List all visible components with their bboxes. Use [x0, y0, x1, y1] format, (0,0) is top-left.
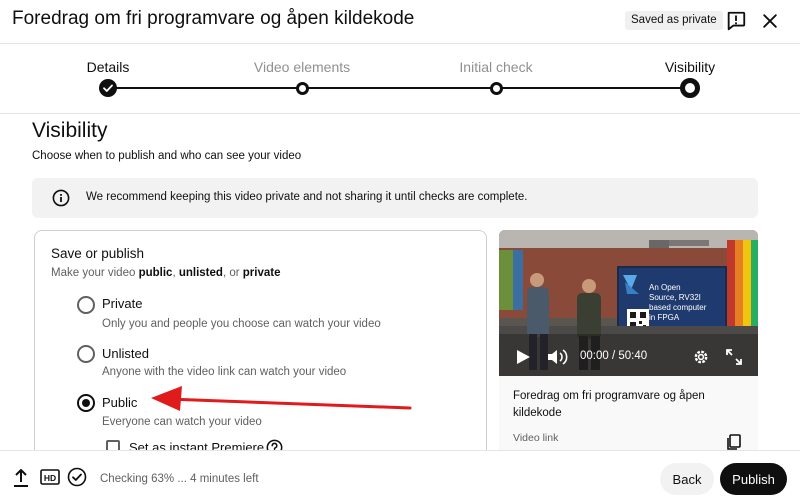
- video-time: 00:00 / 50:40: [580, 350, 648, 362]
- close-icon[interactable]: [757, 8, 783, 34]
- back-button[interactable]: Back: [660, 463, 714, 495]
- info-text: We recommend keeping this video private …: [86, 191, 528, 203]
- private-radio[interactable]: [77, 296, 95, 314]
- svg-text:HD: HD: [44, 473, 56, 483]
- publish-button[interactable]: Publish: [720, 463, 787, 495]
- public-option-description: Everyone can watch your video: [102, 416, 262, 428]
- step-details[interactable]: Details: [87, 59, 130, 75]
- visibility-section: Visibility Choose when to publish and wh…: [0, 115, 800, 450]
- play-icon[interactable]: [515, 349, 531, 370]
- save-or-publish-card: Save or publish Make your video public, …: [34, 230, 487, 450]
- upload-stepper: [0, 44, 800, 114]
- unlisted-radio[interactable]: [77, 345, 95, 363]
- public-option-label[interactable]: Public: [102, 395, 137, 410]
- private-option-description: Only you and people you choose can watch…: [102, 318, 381, 330]
- section-subtitle: Choose when to publish and who can see y…: [32, 150, 302, 162]
- card-subtitle: Make your video public, unlisted, or pri…: [51, 267, 281, 279]
- info-banner: We recommend keeping this video private …: [32, 178, 758, 218]
- dialog-header: Foredrag om fri programvare og åpen kild…: [0, 0, 800, 44]
- video-player[interactable]: An Open Source, RV32I based computer in FPG…: [499, 230, 758, 376]
- checking-status: Checking 63% ... 4 minutes left: [100, 473, 259, 485]
- step-completed-check-icon: [99, 79, 117, 97]
- public-radio[interactable]: [77, 394, 95, 412]
- help-icon[interactable]: [266, 439, 283, 450]
- dialog-title: Foredrag om fri programvare og åpen kild…: [12, 8, 415, 29]
- volume-icon[interactable]: [547, 348, 569, 371]
- instant-premiere-label[interactable]: Set as instant Premiere: [129, 440, 264, 450]
- settings-gear-icon[interactable]: [692, 348, 710, 371]
- video-link-label: Video link: [513, 432, 559, 444]
- step-pending-dot: [296, 82, 309, 95]
- saved-status-badge: Saved as private: [625, 11, 723, 30]
- video-title: Foredrag om fri programvare og åpen kild…: [513, 390, 705, 419]
- copy-icon[interactable]: [725, 433, 743, 450]
- step-initial-check[interactable]: Initial check: [459, 59, 532, 75]
- dialog-footer: HD Checking 63% ... 4 minutes left Back …: [0, 450, 800, 502]
- step-current-dot: [680, 78, 700, 98]
- checks-status-icon[interactable]: [67, 467, 87, 492]
- step-visibility[interactable]: Visibility: [665, 59, 715, 75]
- card-title: Save or publish: [51, 246, 145, 261]
- feedback-icon[interactable]: [723, 8, 749, 34]
- instant-premiere-checkbox[interactable]: [106, 440, 120, 450]
- private-option-label[interactable]: Private: [102, 296, 142, 311]
- section-heading: Visibility: [32, 119, 108, 142]
- unlisted-option-description: Anyone with the video link can watch you…: [102, 366, 347, 378]
- info-icon: [52, 189, 70, 207]
- step-video-elements[interactable]: Video elements: [254, 59, 350, 75]
- step-pending-dot: [490, 82, 503, 95]
- video-preview-card: An Open Source, RV32I based computer in FPG…: [499, 230, 758, 450]
- upload-icon[interactable]: [12, 468, 30, 493]
- stepper-line: [108, 87, 690, 89]
- fullscreen-icon[interactable]: [725, 348, 743, 371]
- hd-icon[interactable]: HD: [40, 469, 60, 490]
- unlisted-option-label[interactable]: Unlisted: [102, 346, 149, 361]
